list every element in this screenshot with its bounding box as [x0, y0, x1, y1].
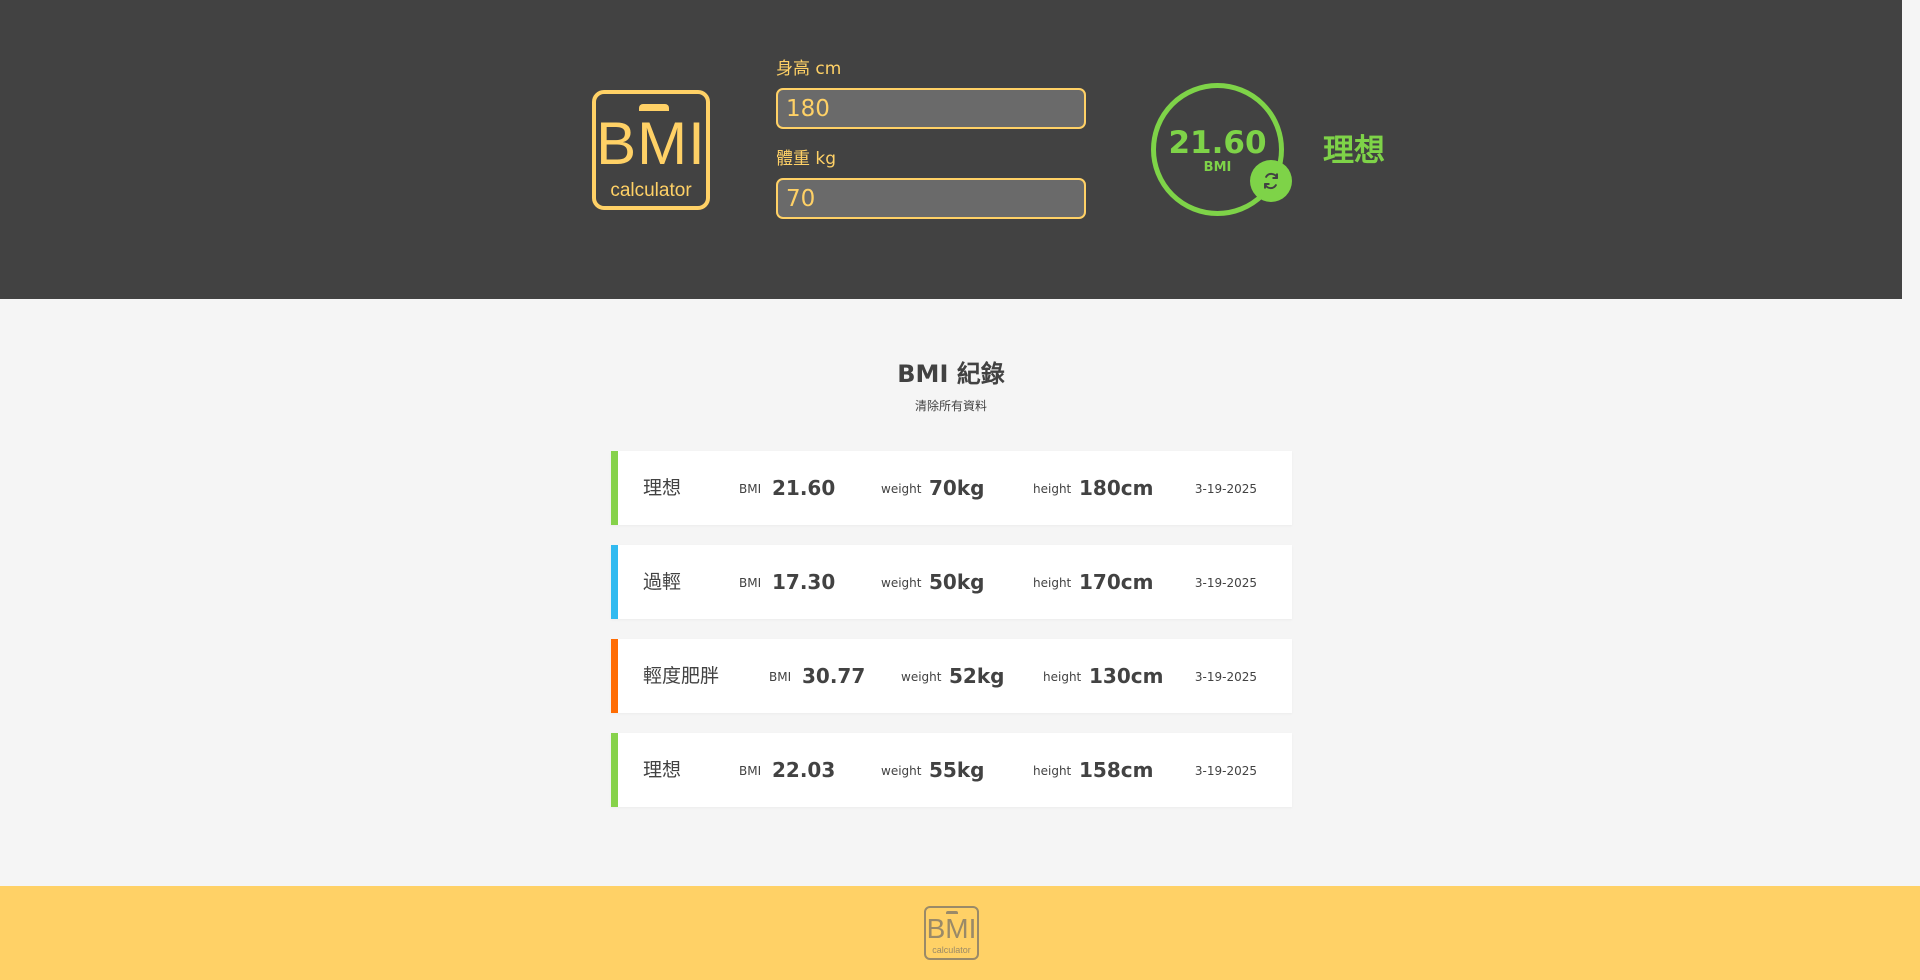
- height-label: height: [1033, 576, 1072, 590]
- record-height: 170cm: [1079, 570, 1154, 594]
- bmi-status-label: 理想: [1323, 133, 1385, 169]
- bmi-label: BMI: [739, 576, 762, 590]
- status-color-bar: [611, 545, 618, 619]
- record-height: 180cm: [1079, 476, 1154, 500]
- height-label: height: [1033, 482, 1072, 496]
- weight-label: weight: [901, 670, 942, 684]
- record-date: 3-19-2025: [1194, 576, 1257, 590]
- bmi-label: BMI: [769, 670, 792, 684]
- record-status: 理想: [643, 477, 682, 499]
- logo-subtitle: calculator: [610, 180, 692, 201]
- height-label: height: [1043, 670, 1082, 684]
- record-row: 理想 BMI 21.60 weight 70kg height 180cm 3-…: [611, 451, 1292, 525]
- bmi-label: BMI: [739, 482, 762, 496]
- status-color-bar: [611, 639, 618, 713]
- record-date: 3-19-2025: [1194, 670, 1257, 684]
- record-height: 158cm: [1079, 758, 1154, 782]
- record-bmi: 21.60: [772, 476, 836, 500]
- record-weight: 55kg: [929, 758, 985, 782]
- header: BMI calculator 身高 cm 體重 kg 21.60 BMI 理想: [0, 0, 1902, 299]
- record-height: 130cm: [1089, 664, 1164, 688]
- weight-label: 體重 kg: [776, 149, 837, 169]
- weight-label: weight: [881, 482, 922, 496]
- status-color-bar: [611, 733, 618, 807]
- footer: BMI calculator: [0, 886, 1920, 980]
- weight-label: weight: [881, 764, 922, 778]
- clear-all-link[interactable]: 清除所有資料: [0, 398, 1902, 414]
- footer-logo-title: BMI: [926, 913, 977, 944]
- records-title: BMI 紀錄: [897, 360, 1005, 388]
- logo-title: BMI: [596, 110, 706, 177]
- record-status: 輕度肥胖: [643, 665, 720, 687]
- record-date: 3-19-2025: [1194, 482, 1257, 496]
- record-bmi: 30.77: [802, 664, 866, 688]
- record-row: 輕度肥胖 BMI 30.77 weight 52kg height 130cm …: [611, 639, 1292, 713]
- status-color-bar: [611, 451, 618, 525]
- reset-button[interactable]: [1250, 160, 1292, 202]
- record-date: 3-19-2025: [1194, 764, 1257, 778]
- bmi-logo: BMI calculator: [592, 90, 710, 210]
- refresh-icon: [1264, 172, 1278, 190]
- height-label: height: [1033, 764, 1072, 778]
- record-weight: 70kg: [929, 476, 985, 500]
- record-row: 理想 BMI 22.03 weight 55kg height 158cm 3-…: [611, 733, 1292, 807]
- weight-input[interactable]: [776, 178, 1086, 219]
- footer-logo-subtitle: calculator: [932, 945, 971, 955]
- height-input[interactable]: [776, 88, 1086, 129]
- record-weight: 50kg: [929, 570, 985, 594]
- weight-label: weight: [881, 576, 922, 590]
- record-bmi: 22.03: [772, 758, 836, 782]
- record-bmi: 17.30: [772, 570, 836, 594]
- height-label: 身高 cm: [776, 59, 842, 79]
- record-status: 理想: [643, 759, 682, 781]
- record-weight: 52kg: [949, 664, 1005, 688]
- record-row: 過輕 BMI 17.30 weight 50kg height 170cm 3-…: [611, 545, 1292, 619]
- bmi-result-value: 21.60: [1168, 125, 1267, 161]
- footer-logo: BMI calculator: [924, 906, 979, 960]
- bmi-label: BMI: [739, 764, 762, 778]
- record-status: 過輕: [643, 571, 682, 593]
